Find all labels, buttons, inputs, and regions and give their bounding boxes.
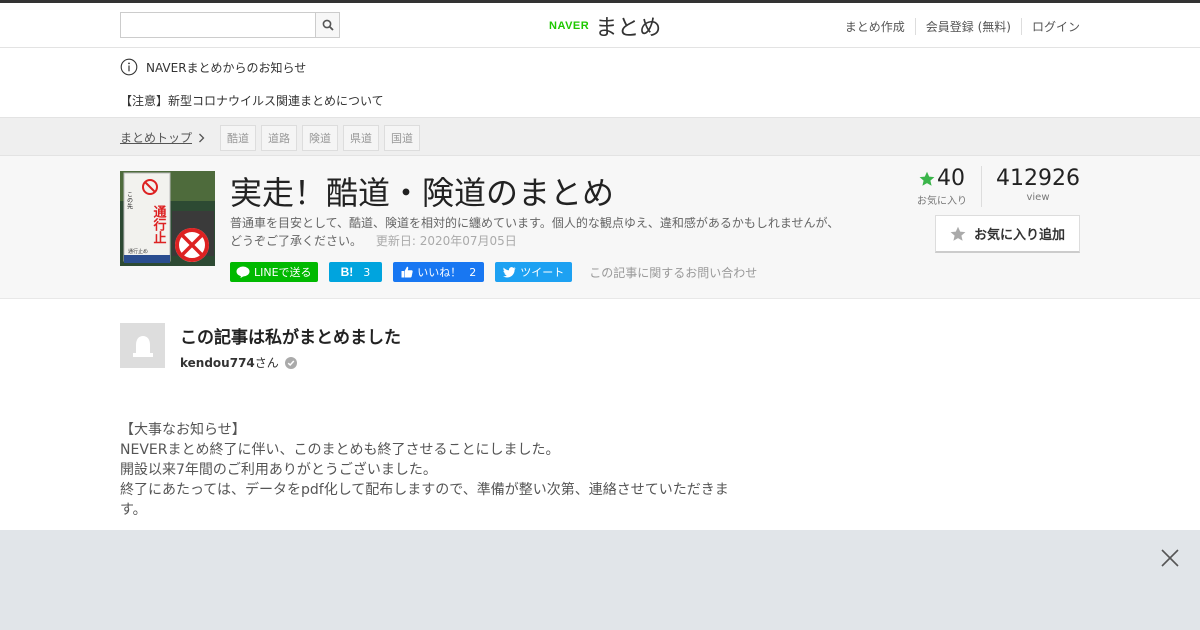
tag-item[interactable]: 道路 [261, 125, 297, 151]
breadcrumb-top-label: まとめトップ [120, 131, 193, 145]
tag-item[interactable]: 酷道 [220, 125, 256, 151]
share-bar: LINEで送る B! 3 いいね！ 2 ツイート この記事に関するお問い合わせ [230, 262, 757, 282]
line-icon [236, 266, 250, 278]
close-icon [1161, 549, 1179, 567]
hatena-count: 3 [363, 265, 371, 279]
author-section: この記事は私がまとめました kendou774さん [0, 299, 1200, 394]
updated-date: 更新日: 2020年07月05日 [375, 234, 517, 248]
close-ad-button[interactable] [1160, 548, 1180, 568]
facebook-like-button[interactable]: いいね！ 2 [393, 262, 485, 282]
fb-like-count: 2 [469, 265, 477, 279]
favorites-stat: 40 お気に入り [917, 166, 983, 207]
article-header: この先 通行止 通行止め 実走！酷道・険道のまとめ 普通車を目安として、酷道、険… [0, 156, 1200, 299]
thumbs-up-icon [401, 266, 413, 278]
article-body: 【大事なお知らせ】 NEVERまとめ終了に伴い、このまとめも終了させることにしま… [120, 420, 740, 520]
tag-list: 酷道 道路 険道 県道 国道 [220, 125, 420, 151]
login-link[interactable]: ログイン [1020, 18, 1080, 35]
sign-line2: 通行止 [151, 204, 168, 244]
site-header: NAVER まとめ まとめ作成 会員登録 (無料) ログイン [0, 3, 1200, 48]
avatar[interactable] [120, 323, 165, 368]
ad-banner [0, 530, 1200, 630]
notice-heading-text: NAVERまとめからのお知らせ [146, 60, 307, 75]
create-matome-link[interactable]: まとめ作成 [845, 18, 915, 35]
article-stats: 40 お気に入り 412926 view [917, 166, 1080, 207]
line-share-label: LINEで送る [254, 266, 312, 279]
line-share-button[interactable]: LINEで送る [230, 262, 318, 282]
favorites-label: お気に入り [917, 196, 968, 207]
search-icon [322, 19, 334, 31]
body-line: 【大事なお知らせ】 [120, 422, 246, 438]
star-outline-icon [950, 226, 966, 241]
body-line: NEVERまとめ終了に伴い、このまとめも終了させることにしました。 [120, 442, 560, 458]
body-line: 終了にあたっては、データをpdf化して配布しますので、準備が整い次第、連絡させて… [120, 482, 729, 518]
info-icon [120, 58, 138, 76]
author-suffix: さん [254, 356, 279, 370]
chevron-right-icon [199, 133, 205, 142]
fb-like-label: いいね！ [417, 266, 462, 279]
search-box [120, 12, 340, 38]
logo-brand: NAVER [549, 20, 590, 32]
search-button[interactable] [315, 12, 340, 38]
logo-service: まとめ [595, 16, 662, 41]
breadcrumb: まとめトップ 酷道 道路 険道 県道 国道 [0, 118, 1200, 156]
sign-line1: この先 [126, 191, 133, 210]
tag-item[interactable]: 険道 [302, 125, 338, 151]
author-username[interactable]: kendou774 [180, 356, 255, 370]
body-line: 開設以来7年間のご利用ありがとうございました。 [120, 462, 437, 478]
tag-item[interactable]: 国道 [384, 125, 420, 151]
breadcrumb-top-link[interactable]: まとめトップ [120, 129, 205, 146]
add-favorite-label: お気に入り追加 [973, 228, 1065, 243]
twitter-bird-icon [503, 266, 516, 277]
author-heading: この記事は私がまとめました [180, 328, 401, 348]
view-stat: 412926 view [982, 166, 1080, 207]
sign-small: 通行止め [128, 248, 148, 255]
tweet-label: ツイート [520, 266, 565, 279]
add-favorite-button[interactable]: お気に入り追加 [935, 215, 1080, 253]
tag-item[interactable]: 県道 [343, 125, 379, 151]
hatena-bookmark-button[interactable]: B! 3 [328, 262, 383, 282]
author-name: kendou774さん [180, 354, 297, 371]
view-label: view [1026, 192, 1050, 203]
notice-area: NAVERまとめからのお知らせ 【注意】新型コロナウイルス関連まとめについて [0, 48, 1200, 118]
road-closed-sign-image: この先 通行止 通行止め [120, 171, 215, 266]
view-count: 412926 [996, 166, 1080, 191]
tweet-button[interactable]: ツイート [495, 262, 573, 282]
verified-check-icon [284, 356, 297, 369]
contact-link[interactable]: この記事に関するお問い合わせ [589, 264, 757, 281]
register-link[interactable]: 会員登録 (無料) [914, 18, 1021, 35]
notice-item-link[interactable]: 【注意】新型コロナウイルス関連まとめについて [120, 92, 384, 109]
article-description: 普通車を目安として、酷道、険道を相対的に纏めています。個人的な観点ゆえ、違和感が… [230, 214, 850, 250]
favorites-count: 40 [937, 166, 966, 191]
default-user-icon [132, 335, 153, 357]
hatena-b-icon: B! [340, 265, 354, 279]
article-title: 実走！酷道・険道のまとめ [230, 174, 615, 212]
search-input[interactable] [120, 12, 315, 38]
star-icon [919, 171, 935, 186]
site-logo[interactable]: NAVER まとめ [549, 10, 661, 42]
description-text: 普通車を目安として、酷道、険道を相対的に纏めています。個人的な観点ゆえ、違和感が… [230, 216, 840, 248]
notice-heading: NAVERまとめからのお知らせ [120, 58, 306, 76]
article-thumbnail[interactable]: この先 通行止 通行止め [120, 171, 215, 266]
header-links: まとめ作成 会員登録 (無料) ログイン [845, 18, 1080, 35]
